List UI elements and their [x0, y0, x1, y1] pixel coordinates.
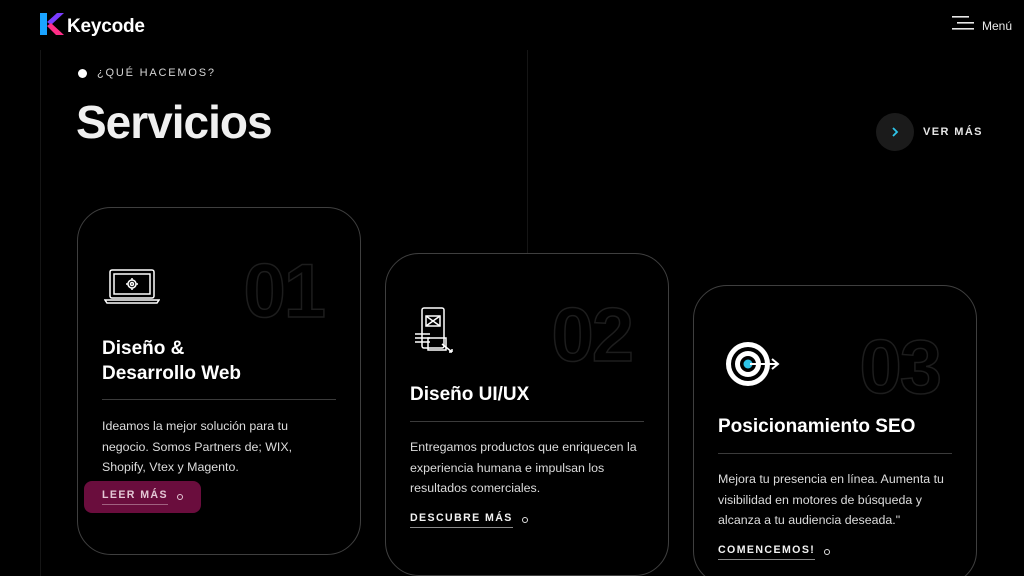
card-title-line1: Diseño & — [102, 338, 185, 359]
card-number: 01 — [243, 248, 327, 335]
card-number: 03 — [859, 324, 943, 411]
cta-label: DESCUBRE MÁS — [410, 512, 513, 528]
grid-line — [40, 50, 41, 576]
card-description: Mejora tu presencia en línea. Aumenta tu… — [718, 472, 944, 527]
target-arrow-icon — [724, 340, 780, 393]
discover-more-button[interactable]: DESCUBRE MÁS — [410, 512, 528, 528]
menu-button[interactable]: Menú — [951, 16, 1012, 35]
service-card-uiux: 02 Diseño UI/UX Entregamos productos que… — [385, 253, 669, 576]
card-description: Entregamos productos que enriquecen la e… — [410, 440, 637, 495]
service-card-seo: 03 Posicionamiento SEO Mejora tu presenc… — [693, 285, 977, 576]
card-divider — [102, 399, 336, 400]
get-started-button[interactable]: COMENCEMOS! — [718, 544, 831, 560]
card-description: Ideamos la mejor solución para tu negoci… — [102, 419, 293, 474]
circle-icon — [176, 494, 183, 500]
card-title: Diseño & Desarrollo Web — [102, 336, 336, 386]
cta-label: COMENCEMOS! — [718, 544, 816, 560]
menu-label: Menú — [981, 18, 1012, 33]
circle-icon — [521, 517, 528, 523]
laptop-gear-icon — [103, 268, 161, 311]
hamburger-menu-icon — [951, 16, 974, 35]
cta-label: LEER MÁS — [102, 489, 168, 505]
card-divider — [718, 453, 952, 454]
service-card-web: 01 Diseño & Desarrollo Web Ideamos la me… — [77, 207, 361, 555]
card-title: Diseño UI/UX — [410, 384, 530, 405]
card-divider — [410, 421, 644, 422]
bullet-dot-icon — [78, 68, 87, 78]
eyebrow-text: ¿QUÉ HACEMOS? — [97, 67, 216, 79]
card-title-line2: Desarrollo Web — [102, 363, 242, 384]
card-title: Posicionamiento SEO — [718, 416, 916, 437]
see-more-link[interactable]: VER MÁS — [876, 113, 983, 151]
mobile-ui-design-icon — [412, 306, 456, 363]
circle-icon — [824, 549, 831, 555]
card-number: 02 — [551, 292, 635, 379]
see-more-label: VER MÁS — [923, 126, 983, 138]
chevron-right-icon — [876, 113, 914, 151]
brand-logo[interactable]: Keycode — [40, 13, 145, 40]
brand-name: Keycode — [67, 15, 145, 37]
read-more-button[interactable]: LEER MÁS — [84, 481, 201, 513]
section-title: Servicios — [76, 96, 273, 148]
section-eyebrow: ¿QUÉ HACEMOS? — [78, 67, 216, 79]
keycode-k-logo-icon — [40, 13, 64, 40]
